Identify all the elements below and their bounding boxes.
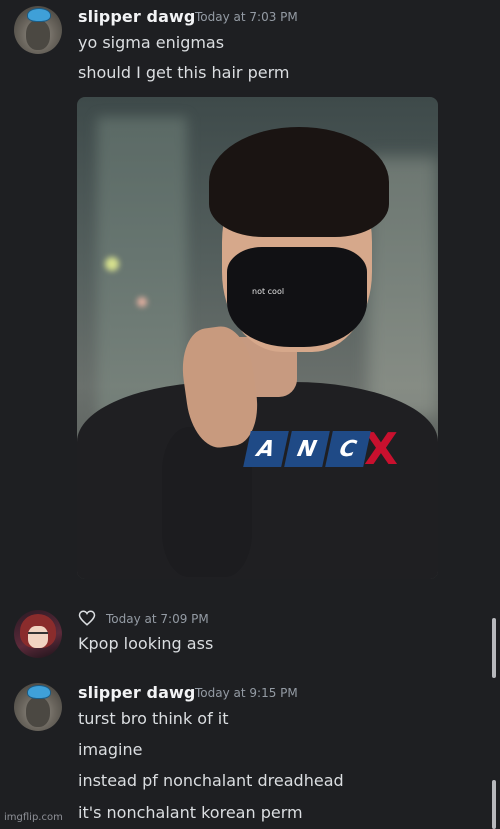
timestamp[interactable]: Today at 9:15 PM [195, 686, 298, 700]
background-light [105, 257, 119, 271]
background-light [137, 297, 147, 307]
avatar-face [26, 697, 50, 727]
logo-letter: C [325, 431, 371, 467]
avatar[interactable] [14, 610, 62, 658]
avatar-cap [27, 685, 51, 699]
shirt [77, 382, 438, 579]
image-attachment[interactable]: not cool A N C X [77, 97, 438, 579]
message-line: Kpop looking ass [78, 634, 214, 653]
message-line: should I get this hair perm [78, 63, 290, 82]
message-line: instead pf nonchalant dreadhead [78, 771, 344, 790]
logo-letter: A [243, 431, 289, 467]
message-line: turst bro think of it [78, 709, 229, 728]
logo-letter: N [284, 431, 330, 467]
username[interactable]: slipper dawg [78, 683, 195, 702]
timestamp[interactable]: Today at 7:09 PM [106, 612, 209, 626]
message-line: imagine [78, 740, 143, 759]
message-line: it's nonchalant korean perm [78, 803, 303, 822]
hair [209, 127, 389, 237]
face-mask [227, 247, 367, 347]
username[interactable]: slipper dawg [78, 7, 195, 26]
anc-logo: A N C X [243, 424, 398, 475]
mask-text: not cool [252, 287, 285, 296]
avatar-face [26, 20, 50, 50]
scrollbar-thumb[interactable] [492, 780, 496, 829]
message-line: yo sigma enigmas [78, 33, 225, 52]
timestamp[interactable]: Today at 7:03 PM [195, 10, 298, 24]
heart-outline-icon[interactable] [78, 609, 96, 627]
avatar[interactable] [14, 6, 62, 54]
arm [162, 427, 252, 577]
watermark: imgflip.com [4, 812, 63, 823]
scrollbar-thumb[interactable] [492, 618, 496, 678]
avatar-cap [27, 8, 51, 22]
avatar-glasses [28, 632, 48, 639]
avatar[interactable] [14, 683, 62, 731]
